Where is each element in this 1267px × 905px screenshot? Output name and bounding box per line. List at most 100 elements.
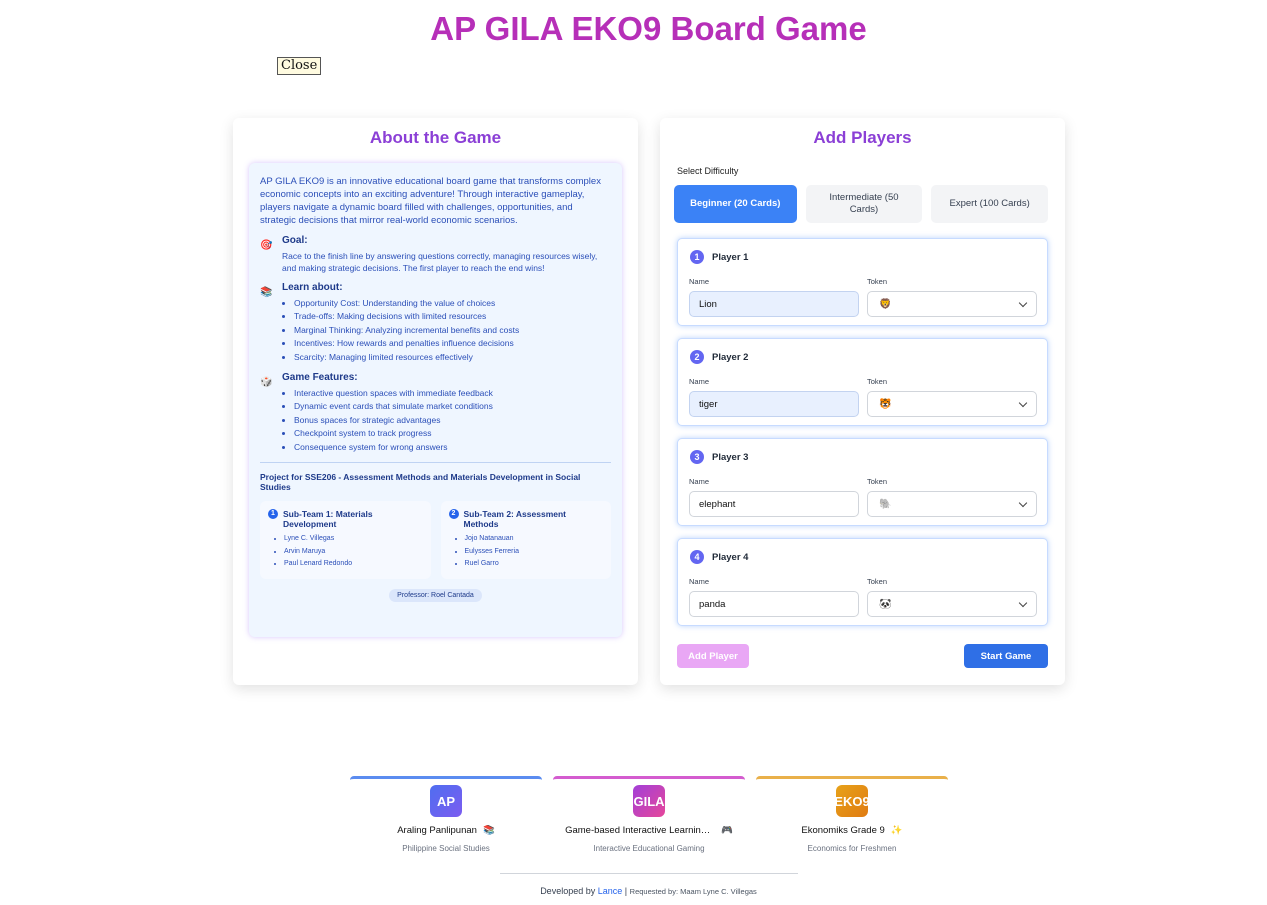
about-title: About the Game (369, 128, 502, 147)
divider (260, 462, 611, 464)
players-panel: Add Players Select Difficulty Beginner (… (660, 118, 1065, 685)
chevron-down-icon (1018, 498, 1028, 507)
books-icon: 📚 (482, 825, 495, 836)
player-card-2: 2 Player 2 Name Token 🐯 (677, 338, 1048, 426)
features-title: Game Features: (282, 372, 358, 384)
features-list: Interactive question spaces with immedia… (282, 387, 611, 454)
tiger-icon: 🐯 (879, 398, 892, 410)
requested-by-label: Requested by: Maam Lyne C. Villegas (629, 887, 757, 896)
team-member: Ruel Garro (465, 558, 604, 571)
player-token-select[interactable]: 🐘 (867, 491, 1037, 517)
feature-card-eko9: EKO9 Ekonomiks Grade 9 ✨ Economics for Fr… (756, 776, 948, 853)
name-label: Name (689, 277, 710, 286)
start-game-button[interactable]: Start Game (964, 644, 1048, 668)
about-panel: About the Game AP GILA EKO9 is an innova… (233, 118, 638, 685)
player-number-badge: 1 (690, 250, 704, 264)
list-item: Dynamic event cards that simulate market… (294, 400, 611, 413)
goal-title: Goal: (282, 235, 308, 246)
player-name-input[interactable] (689, 591, 859, 617)
learn-section: 📚 Learn about: Opportunity Cost: Underst… (260, 282, 611, 364)
chevron-down-icon (1018, 598, 1028, 607)
developed-by-label: Developed by (540, 886, 596, 896)
ap-logo: AP (430, 785, 462, 817)
team-member: Paul Lenard Redondo (284, 558, 423, 571)
feature-title: Ekonomiks Grade 9 (801, 825, 885, 836)
gamepad-icon: 🎮 (721, 825, 733, 836)
token-label: Token (867, 377, 888, 386)
team-member: Lyne C. Villegas (284, 533, 423, 546)
about-intro: AP GILA EKO9 is an innovative educationa… (260, 176, 601, 226)
player-number-badge: 2 (690, 350, 704, 364)
difficulty-expert-button[interactable]: Expert (100 Cards) (931, 185, 1048, 223)
team-member: Jojo Natanauan (465, 533, 604, 546)
player-title: Player 4 (712, 551, 749, 563)
player-name-input[interactable] (689, 291, 859, 317)
difficulty-intermediate-button[interactable]: Intermediate (50 Cards) (805, 185, 923, 223)
page-title: AP GILA EKO9 Board Game (430, 10, 867, 47)
list-item: Opportunity Cost: Understanding the valu… (294, 297, 611, 310)
player-name-input[interactable] (689, 391, 859, 417)
team-member: Arvin Maruya (284, 546, 423, 559)
project-label: Project for SSE206 - Assessment Methods … (260, 472, 581, 493)
feature-card-ap: AP Araling Panlipunan 📚 Philippine Social… (350, 776, 542, 853)
close-button[interactable]: Close (277, 57, 322, 75)
team-2-card: 2 Sub-Team 2: Assessment Methods Jojo Na… (440, 501, 611, 580)
panda-icon: 🐼 (879, 598, 892, 610)
goal-section: 🎯 Goal: Race to the finish line by answe… (260, 235, 611, 274)
player-title: Player 2 (712, 351, 749, 363)
feature-subtitle: Economics for Freshmen (807, 844, 897, 853)
token-label: Token (867, 577, 888, 586)
team-1-title: Sub-Team 1: Materials Development (283, 509, 373, 530)
token-label: Token (867, 277, 888, 286)
player-card-3: 3 Player 3 Name Token 🐘 (677, 438, 1048, 526)
player-card-4: 4 Player 4 Name Token 🐼 (677, 538, 1048, 626)
name-label: Name (689, 577, 710, 586)
list-item: Checkpoint system to track progress (294, 427, 611, 440)
elephant-icon: 🐘 (879, 498, 892, 510)
gila-logo: GILA (633, 785, 665, 817)
learn-list: Opportunity Cost: Understanding the valu… (282, 297, 611, 364)
list-item: Trade-offs: Making decisions with limite… (294, 310, 611, 323)
sparkles-icon: ✨ (890, 825, 903, 836)
player-name-input[interactable] (689, 491, 859, 517)
list-item: Incentives: How rewards and penalties in… (294, 337, 611, 350)
player-card-1: 1 Player 1 Name Token 🦁 (677, 238, 1048, 326)
name-label: Name (689, 377, 710, 386)
features-section: 🎲 Game Features: Interactive question sp… (260, 372, 611, 454)
feature-title: Game-based Interactive Learning Adventur… (565, 825, 715, 836)
team-2-badge: 2 (448, 509, 459, 520)
player-token-select[interactable]: 🐼 (867, 591, 1037, 617)
learn-title: Learn about: (282, 282, 343, 293)
add-player-button[interactable]: Add Player (677, 644, 749, 668)
target-icon: 🎯 (260, 240, 273, 251)
player-token-select[interactable]: 🦁 (867, 291, 1037, 317)
dice-icon: 🎲 (260, 377, 273, 389)
players-title: Add Players (813, 128, 912, 147)
player-number-badge: 3 (690, 450, 704, 464)
team-2-title: Sub-Team 2: Assessment Methods (463, 509, 567, 530)
footer-separator: | (624, 886, 628, 896)
list-item: Marginal Thinking: Analyzing incremental… (294, 324, 611, 337)
team-member: Eulysses Ferreria (465, 546, 604, 559)
list-item: Consequence system for wrong answers (294, 441, 611, 454)
footer: Developed by Lance | Requested by: Maam … (0, 886, 1267, 896)
feature-card-gila: GILA Game-based Interactive Learning Adv… (553, 776, 745, 853)
list-item: Bonus spaces for strategic advantages (294, 414, 611, 427)
lion-icon: 🦁 (879, 298, 892, 310)
developer-link[interactable]: Lance (598, 886, 623, 896)
player-title: Player 3 (712, 451, 749, 463)
difficulty-beginner-button[interactable]: Beginner (20 Cards) (674, 185, 797, 223)
goal-text: Race to the finish line by answering que… (282, 251, 598, 273)
player-token-select[interactable]: 🐯 (867, 391, 1037, 417)
books-icon: 📚 (260, 287, 273, 298)
about-box: AP GILA EKO9 is an innovative educationa… (249, 163, 622, 637)
feature-subtitle: Philippine Social Studies (402, 844, 490, 853)
feature-title: Araling Panlipunan (397, 825, 477, 836)
difficulty-label: Select Difficulty (677, 166, 739, 176)
chevron-down-icon (1018, 398, 1028, 407)
player-title: Player 1 (712, 251, 749, 263)
team-1-card: 1 Sub-Team 1: Materials Development Lyne… (260, 501, 431, 580)
professor-badge: Professor: Roel Cantada (389, 589, 482, 603)
team-1-badge: 1 (268, 509, 278, 520)
footer-divider (500, 873, 798, 874)
